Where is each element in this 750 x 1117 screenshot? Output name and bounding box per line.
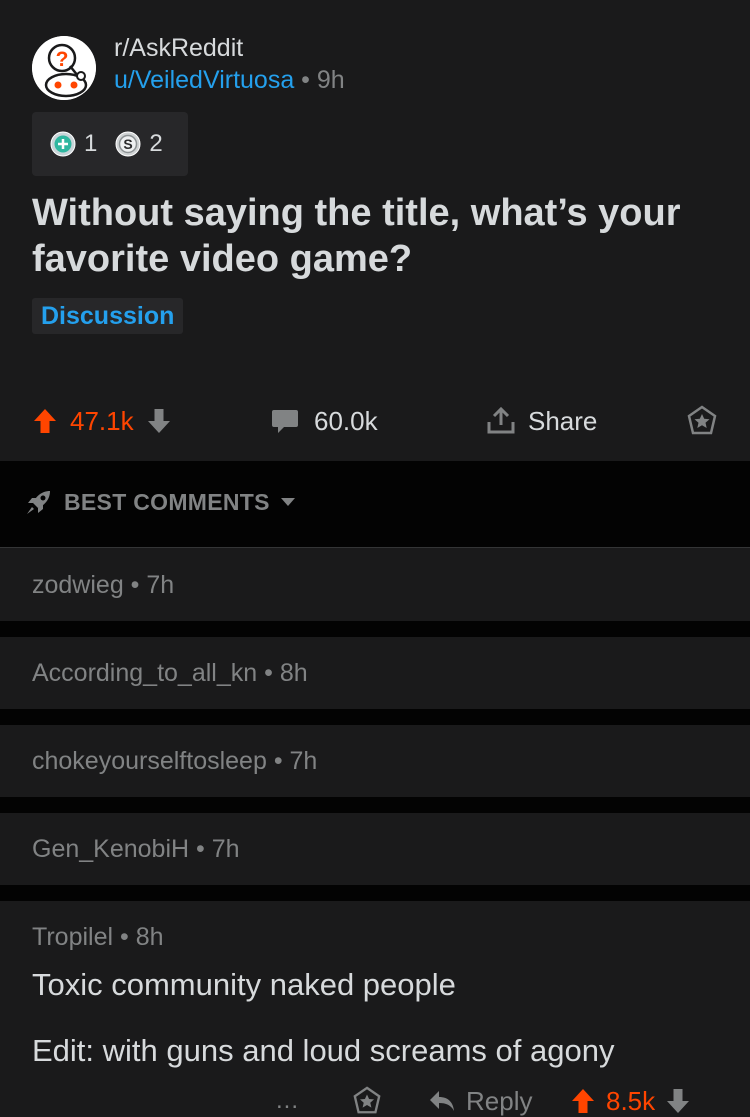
share-icon bbox=[487, 406, 515, 434]
meta-separator: • bbox=[123, 571, 147, 599]
more-options-icon: ... bbox=[276, 1087, 300, 1114]
sort-label: BEST COMMENTS bbox=[64, 488, 270, 515]
comment-author[interactable]: Gen_KenobiH bbox=[32, 835, 189, 863]
downvote-icon[interactable] bbox=[665, 1087, 691, 1115]
post-byline: u/VeiledVirtuosa • 9h bbox=[114, 66, 345, 95]
comment-author[interactable]: chokeyourselftosleep bbox=[32, 747, 267, 775]
meta-separator: • bbox=[189, 835, 212, 863]
sort-dropdown[interactable]: BEST COMMENTS bbox=[24, 487, 296, 517]
upvote-icon[interactable] bbox=[32, 407, 58, 435]
comment-sort-bar: BEST COMMENTS bbox=[0, 461, 750, 548]
award-count: 1 bbox=[84, 130, 98, 157]
comment-author[interactable]: Tropilel bbox=[32, 923, 113, 951]
askreddit-logo-icon: ? bbox=[32, 36, 96, 100]
comment-meta: zodwieg • 7h bbox=[32, 571, 174, 600]
comment-body-line: Edit: with guns and loud screams of agon… bbox=[32, 1033, 615, 1068]
post-score: 47.1k bbox=[70, 405, 134, 436]
award-count: 2 bbox=[149, 130, 163, 157]
post-author[interactable]: u/VeiledVirtuosa bbox=[114, 66, 294, 94]
comment-divider bbox=[0, 621, 750, 637]
comment-vote-group: 8.5k bbox=[570, 1081, 691, 1117]
post-age: 9h bbox=[316, 66, 345, 94]
upvote-icon[interactable] bbox=[570, 1087, 596, 1115]
comment-count: 60.0k bbox=[314, 405, 378, 436]
comment-body-line: Toxic community naked people bbox=[32, 967, 456, 1002]
collapsed-comment[interactable]: According_to_all_kn • 8h bbox=[0, 637, 750, 709]
comment-author[interactable]: According_to_all_kn bbox=[32, 659, 257, 687]
byline-separator: • bbox=[294, 66, 317, 94]
comments-button[interactable]: 60.0k bbox=[270, 395, 378, 447]
comment-age: 7h bbox=[146, 571, 175, 599]
comment-score: 8.5k bbox=[606, 1085, 656, 1116]
reply-arrow-icon bbox=[430, 1091, 454, 1111]
downvote-icon[interactable] bbox=[146, 407, 172, 435]
post-flair[interactable]: Discussion bbox=[32, 298, 184, 334]
comment-award-button[interactable] bbox=[352, 1081, 382, 1117]
meta-separator: • bbox=[257, 659, 280, 687]
comment: Tropilel • 8h Toxic community naked peop… bbox=[0, 901, 750, 1117]
meta-separator: • bbox=[113, 923, 136, 951]
subreddit-avatar[interactable]: ? bbox=[32, 36, 96, 100]
post-action-bar: 47.1k 60.0k Share bbox=[0, 395, 750, 447]
helpful-award-icon bbox=[50, 131, 76, 157]
comment-divider bbox=[0, 709, 750, 725]
chevron-down-icon bbox=[280, 498, 295, 506]
award-silver: S 2 bbox=[115, 130, 163, 158]
comment-meta: Gen_KenobiH • 7h bbox=[32, 835, 240, 864]
collapsed-comment[interactable]: Gen_KenobiH • 7h bbox=[0, 813, 750, 885]
silver-award-icon: S bbox=[115, 131, 141, 157]
svg-text:?: ? bbox=[56, 48, 69, 71]
svg-text:S: S bbox=[124, 136, 133, 152]
post-title[interactable]: Without saying the title, what’s your fa… bbox=[32, 190, 732, 282]
comment-bubble-icon bbox=[272, 410, 298, 433]
subreddit-name[interactable]: r/AskReddit bbox=[114, 34, 243, 63]
award-badge-icon bbox=[687, 405, 717, 435]
vote-group: 47.1k bbox=[32, 395, 172, 447]
comment-meta: Tropilel • 8h bbox=[32, 923, 164, 952]
more-options-button[interactable]: ... bbox=[276, 1081, 299, 1117]
comment-age: 7h bbox=[289, 747, 318, 775]
collapsed-comment[interactable]: zodwieg • 7h bbox=[0, 549, 750, 621]
share-label: Share bbox=[528, 405, 598, 436]
comment-age: 7h bbox=[211, 835, 240, 863]
reply-label: Reply bbox=[466, 1085, 533, 1116]
award-badge-icon bbox=[353, 1086, 381, 1114]
comment-divider bbox=[0, 885, 750, 901]
comment-author[interactable]: zodwieg bbox=[32, 571, 124, 599]
collapsed-comment[interactable]: chokeyourselftosleep • 7h bbox=[0, 725, 750, 797]
comment-meta: chokeyourselftosleep • 7h bbox=[32, 747, 317, 776]
awards-bar[interactable]: 1 S 2 bbox=[32, 112, 188, 176]
comment-age: 8h bbox=[279, 659, 308, 687]
rocket-icon bbox=[27, 491, 50, 514]
post-card: ? r/AskReddit u/VeiledVirtuosa • 9h 1 S bbox=[0, 0, 750, 461]
comment-divider bbox=[0, 797, 750, 813]
comment-meta: According_to_all_kn • 8h bbox=[32, 659, 308, 688]
award-button[interactable] bbox=[686, 395, 718, 447]
share-button[interactable]: Share bbox=[486, 395, 597, 447]
comment-age: 8h bbox=[135, 923, 164, 951]
meta-separator: • bbox=[266, 747, 290, 775]
reply-button[interactable]: Reply bbox=[428, 1081, 532, 1117]
award-helpful: 1 bbox=[50, 130, 97, 158]
comment-action-bar: ... Reply 8.5k bbox=[0, 1081, 750, 1117]
